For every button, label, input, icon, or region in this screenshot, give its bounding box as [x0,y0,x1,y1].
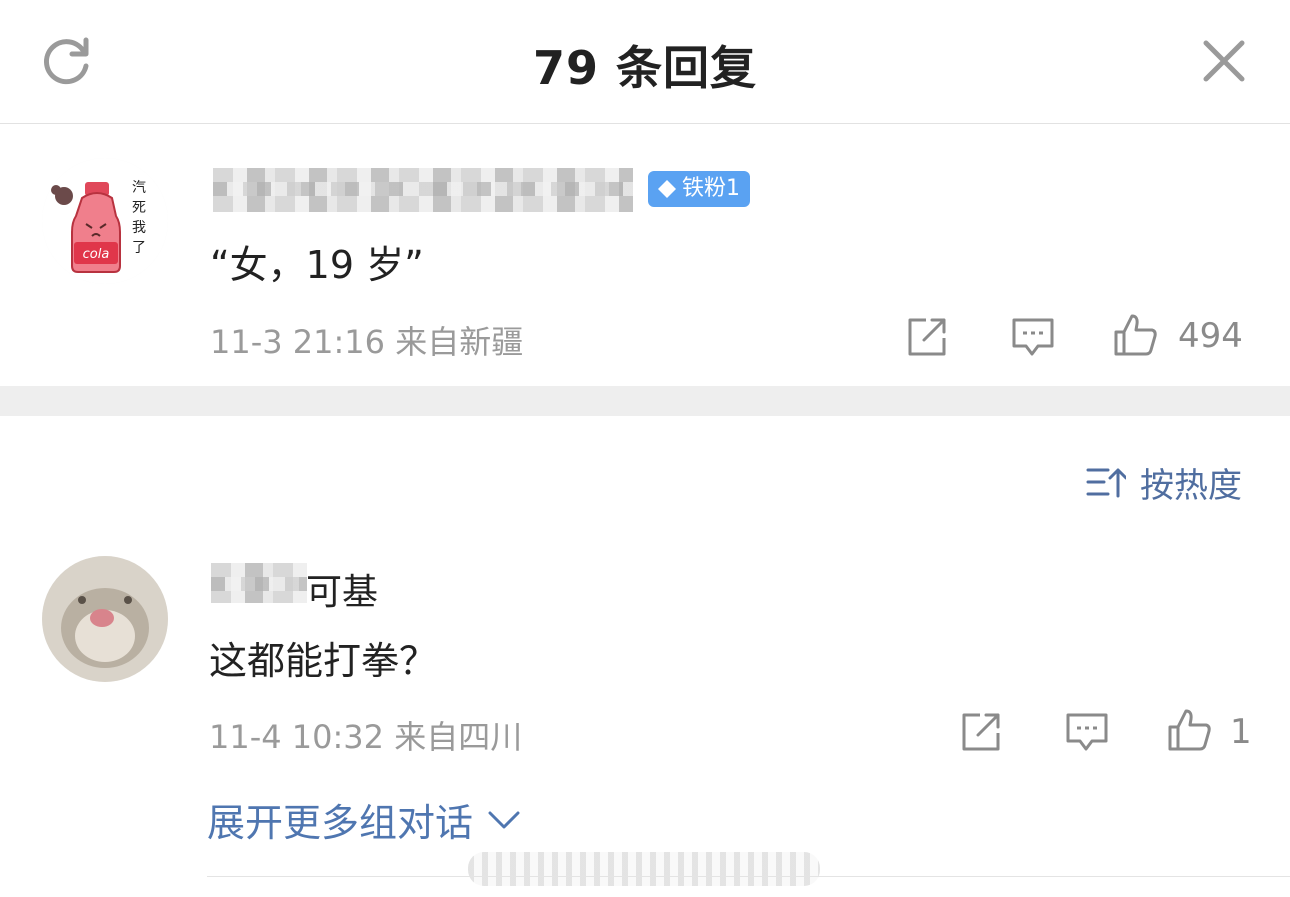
avatar[interactable]: cola 汽 死 我 了 [42,158,168,284]
expand-more-label: 展开更多组对话 [207,801,474,845]
svg-text:死: 死 [132,200,146,216]
fan-badge-label: 铁粉1 [682,176,740,201]
cat-avatar-icon [42,556,168,682]
share-icon[interactable] [904,314,950,360]
diamond-icon [658,180,676,198]
avatar-label: cola [83,247,110,262]
reply-meta: 11-4 10:32 来自四川 [209,718,523,756]
svg-text:了: 了 [132,240,146,256]
sort-toggle[interactable]: 按热度 [1086,460,1242,506]
cola-bottle-avatar-icon: cola 汽 死 我 了 [42,158,168,284]
like-icon[interactable] [1112,312,1158,358]
fan-badge[interactable]: 铁粉1 [648,171,750,207]
username-blurred[interactable] [213,168,633,212]
section-divider [0,386,1290,416]
replies-sheet: 79 条回复 cola 汽 死 我 了 铁粉1 “女，19 岁” 11-3 21 [0,0,1290,897]
chevron-down-icon [488,811,520,828]
reply-share-icon[interactable] [958,709,1004,755]
reply-like-icon[interactable] [1166,707,1212,753]
reply-text: 这都能打拳？ [209,639,438,683]
header: 79 条回复 [0,0,1290,124]
comment-meta: 11-3 21:16 来自新疆 [210,323,524,361]
comment-icon[interactable] [1010,314,1056,360]
reply-like-count: 1 [1230,712,1252,752]
reply-username-blurred[interactable] [211,563,307,603]
reply-comment-icon[interactable] [1064,709,1110,755]
svg-text:我: 我 [132,220,146,236]
page-title: 79 条回复 [532,41,758,95]
comment-text: “女，19 岁” [210,243,424,287]
sort-label: 按热度 [1140,465,1242,506]
like-count: 494 [1178,316,1243,356]
sort-icon [1086,468,1126,498]
close-icon[interactable] [1200,37,1248,85]
expand-more-button[interactable]: 展开更多组对话 [207,792,521,847]
bottom-divider [207,876,1290,877]
reply-username-visible[interactable]: 可基 [306,563,378,615]
watermark-blurred [468,852,820,886]
svg-text:汽: 汽 [132,180,146,196]
reply-avatar[interactable] [42,556,168,682]
